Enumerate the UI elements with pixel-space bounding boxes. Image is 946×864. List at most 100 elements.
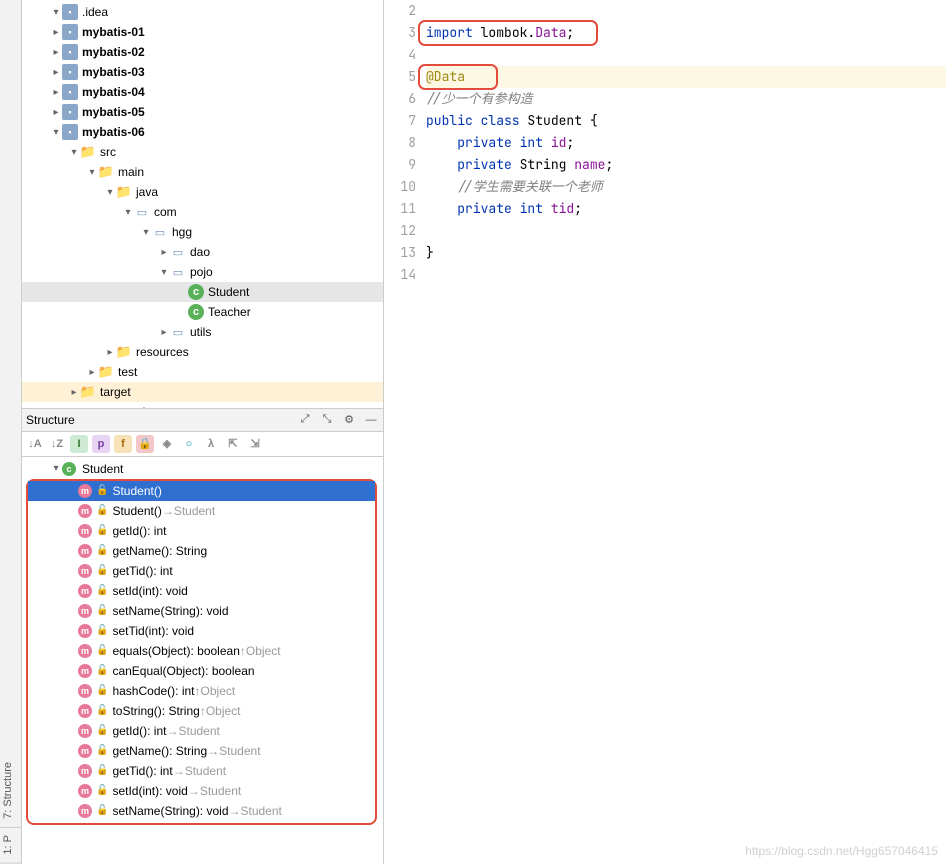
tree-row[interactable]: ▾▪mybatis-06 [22, 122, 383, 142]
tree-arrow-icon[interactable]: ▸ [50, 87, 62, 98]
structure-item[interactable]: m🔓setName(String): void →Student [28, 801, 375, 821]
tree-arrow-icon[interactable]: ▾ [122, 207, 134, 218]
code-line[interactable]: //少一个有参构造 [426, 88, 946, 110]
tree-row[interactable]: ▸resources [22, 342, 383, 362]
structure-item[interactable]: m🔓setName(String): void [28, 601, 375, 621]
collapse-all-icon[interactable]: ⤡ [319, 412, 335, 428]
tree-arrow-icon[interactable]: ▸ [158, 327, 170, 338]
code-line[interactable]: private int tid; [426, 198, 946, 220]
structure-item[interactable]: m🔓setTid(int): void [28, 621, 375, 641]
tree-row[interactable]: ▾src [22, 142, 383, 162]
tree-arrow-icon[interactable]: ▸ [158, 247, 170, 258]
tree-row[interactable]: ▸▪mybatis-05 [22, 102, 383, 122]
structure-item[interactable]: m🔓Student() [28, 481, 375, 501]
tree-row[interactable]: ▸target [22, 382, 383, 402]
structure-item[interactable]: m🔓getId(): int [28, 521, 375, 541]
tree-arrow-icon[interactable]: ▾ [140, 227, 152, 238]
tree-arrow-icon[interactable]: ▸ [50, 107, 62, 118]
tree-row[interactable]: ▸▪mybatis-04 [22, 82, 383, 102]
structure-item[interactable]: m🔓setId(int): void →Student [28, 781, 375, 801]
tree-row[interactable]: ▸dao [22, 242, 383, 262]
mod-icon: ▪ [62, 44, 78, 60]
cls-icon: c [188, 284, 204, 300]
structure-item[interactable]: m🔓toString(): String ↑Object [28, 701, 375, 721]
tree-arrow-icon[interactable]: ▾ [50, 7, 62, 18]
tree-arrow-icon[interactable]: ▾ [68, 147, 80, 158]
structure-item[interactable]: m🔓getName(): String [28, 541, 375, 561]
structure-item[interactable]: m🔓getTid(): int →Student [28, 761, 375, 781]
tree-row[interactable]: ▾hgg [22, 222, 383, 242]
expand-all-icon[interactable]: ⤢ [297, 412, 313, 428]
code-editor[interactable]: 234567891011121314 import lombok.Data;@D… [384, 0, 946, 864]
structure-item[interactable]: m🔓Student() →Student [28, 501, 375, 521]
structure-tool-tab[interactable]: 7: Structure [0, 754, 21, 828]
show-anonymous-icon[interactable]: ○ [180, 435, 198, 453]
tree-arrow-icon[interactable]: ▸ [50, 67, 62, 78]
tree-arrow-icon[interactable]: ▸ [50, 27, 62, 38]
tree-row[interactable]: ▾main [22, 162, 383, 182]
code-line[interactable]: public class Student { [426, 110, 946, 132]
tree-row[interactable]: ·cTeacher [22, 302, 383, 322]
code-line[interactable]: } [426, 242, 946, 264]
code-line[interactable]: //学生需要关联一个老师 [426, 176, 946, 198]
show-inherited-icon[interactable]: ◈ [158, 435, 176, 453]
tree-row[interactable]: ▸utils [22, 322, 383, 342]
code-line[interactable] [426, 264, 946, 286]
tree-row[interactable]: ▸▪mybatis-03 [22, 62, 383, 82]
left-panel: ▾▪.idea▸▪mybatis-01▸▪mybatis-02▸▪mybatis… [22, 0, 384, 864]
structure-tree[interactable]: ▾ c Student m🔓Student()m🔓Student() →Stud… [22, 457, 383, 864]
code-line[interactable]: private String name; [426, 154, 946, 176]
autoscroll-source-icon[interactable]: ⇱ [224, 435, 242, 453]
structure-item[interactable]: m🔓setId(int): void [28, 581, 375, 601]
tree-arrow-icon[interactable]: ▸ [68, 387, 80, 398]
show-fields-icon[interactable]: f [114, 435, 132, 453]
editor-code[interactable]: import lombok.Data;@Data//少一个有参构造public … [426, 0, 946, 864]
structure-root[interactable]: ▾ c Student [22, 459, 383, 479]
show-lambda-icon[interactable]: λ [202, 435, 220, 453]
show-non-public-icon[interactable]: 🔒 [136, 435, 154, 453]
tree-row[interactable]: ▾java [22, 182, 383, 202]
tree-label: mybatis-06 [82, 125, 145, 139]
show-interfaces-icon[interactable]: I [70, 435, 88, 453]
sort-visibility-icon[interactable]: ↓Z [48, 435, 66, 453]
structure-item[interactable]: m🔓getTid(): int [28, 561, 375, 581]
code-line[interactable]: @Data [426, 66, 946, 88]
tree-row[interactable]: ▾▪.idea [22, 2, 383, 22]
gear-icon[interactable]: ⚙ [341, 412, 357, 428]
project-tree[interactable]: ▾▪.idea▸▪mybatis-01▸▪mybatis-02▸▪mybatis… [22, 0, 383, 408]
tree-row[interactable]: ▸▪mybatis-01 [22, 22, 383, 42]
code-line[interactable] [426, 0, 946, 22]
structure-item[interactable]: m🔓hashCode(): int ↑Object [28, 681, 375, 701]
minimize-icon[interactable]: — [363, 412, 379, 428]
tree-row[interactable]: ·cStudent [22, 282, 383, 302]
show-properties-icon[interactable]: p [92, 435, 110, 453]
tree-arrow-icon[interactable]: ▸ [104, 347, 116, 358]
method-icon: m [78, 644, 92, 658]
sort-alpha-icon[interactable]: ↓A [26, 435, 44, 453]
cls-icon: c [188, 304, 204, 320]
tree-label: Student [208, 285, 249, 299]
tree-row[interactable]: ▾com [22, 202, 383, 222]
tree-arrow-icon[interactable]: ▾ [158, 267, 170, 278]
visibility-icon: 🔓 [96, 565, 108, 576]
tree-arrow-icon[interactable]: ▸ [86, 367, 98, 378]
structure-item[interactable]: m🔓getName(): String →Student [28, 741, 375, 761]
visibility-icon: 🔓 [96, 605, 108, 616]
structure-item[interactable]: m🔓getId(): int →Student [28, 721, 375, 741]
project-tool-tab[interactable]: 1: P [0, 827, 21, 864]
structure-item[interactable]: m🔓canEqual(Object): boolean [28, 661, 375, 681]
code-line[interactable] [426, 44, 946, 66]
code-line[interactable]: private int id; [426, 132, 946, 154]
structure-item[interactable]: m🔓equals(Object): boolean ↑Object [28, 641, 375, 661]
pkg-icon [152, 224, 168, 240]
tree-arrow-icon[interactable]: ▾ [86, 167, 98, 178]
tree-arrow-icon[interactable]: ▾ [104, 187, 116, 198]
tree-arrow-icon[interactable]: ▸ [50, 47, 62, 58]
tree-row[interactable]: ▸▪mybatis-02 [22, 42, 383, 62]
code-line[interactable] [426, 220, 946, 242]
autoscroll-from-icon[interactable]: ⇲ [246, 435, 264, 453]
method-icon: m [78, 484, 92, 498]
tree-row[interactable]: ▾pojo [22, 262, 383, 282]
tree-arrow-icon[interactable]: ▾ [50, 127, 62, 138]
tree-row[interactable]: ▸test [22, 362, 383, 382]
